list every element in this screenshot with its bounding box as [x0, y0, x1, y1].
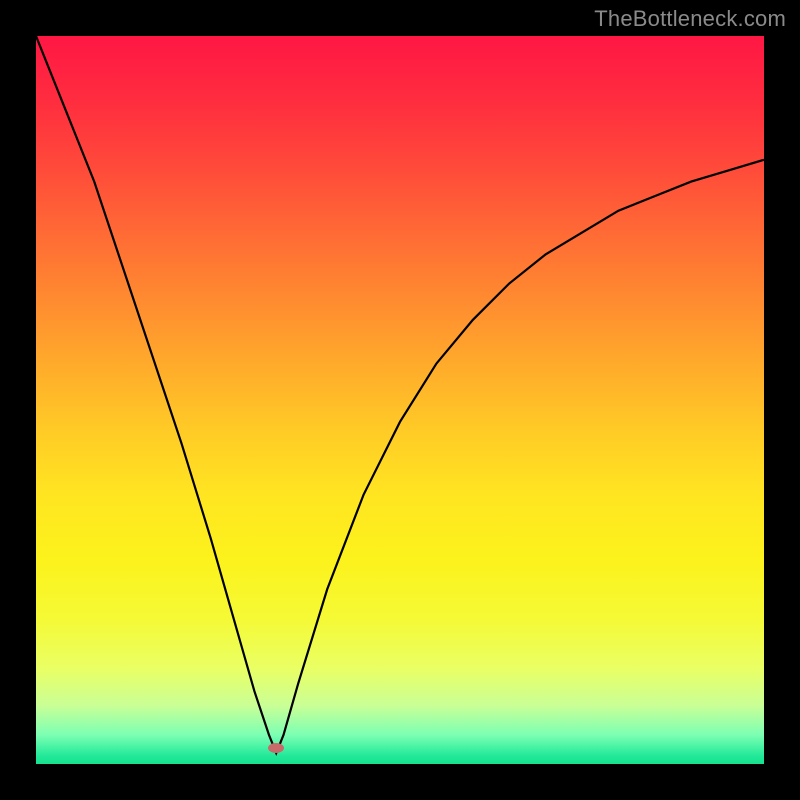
- watermark-text: TheBottleneck.com: [594, 6, 786, 32]
- plot-area: [36, 36, 764, 764]
- chart-container: TheBottleneck.com: [0, 0, 800, 800]
- bottleneck-curve: [36, 36, 764, 764]
- minimum-marker: [268, 743, 284, 753]
